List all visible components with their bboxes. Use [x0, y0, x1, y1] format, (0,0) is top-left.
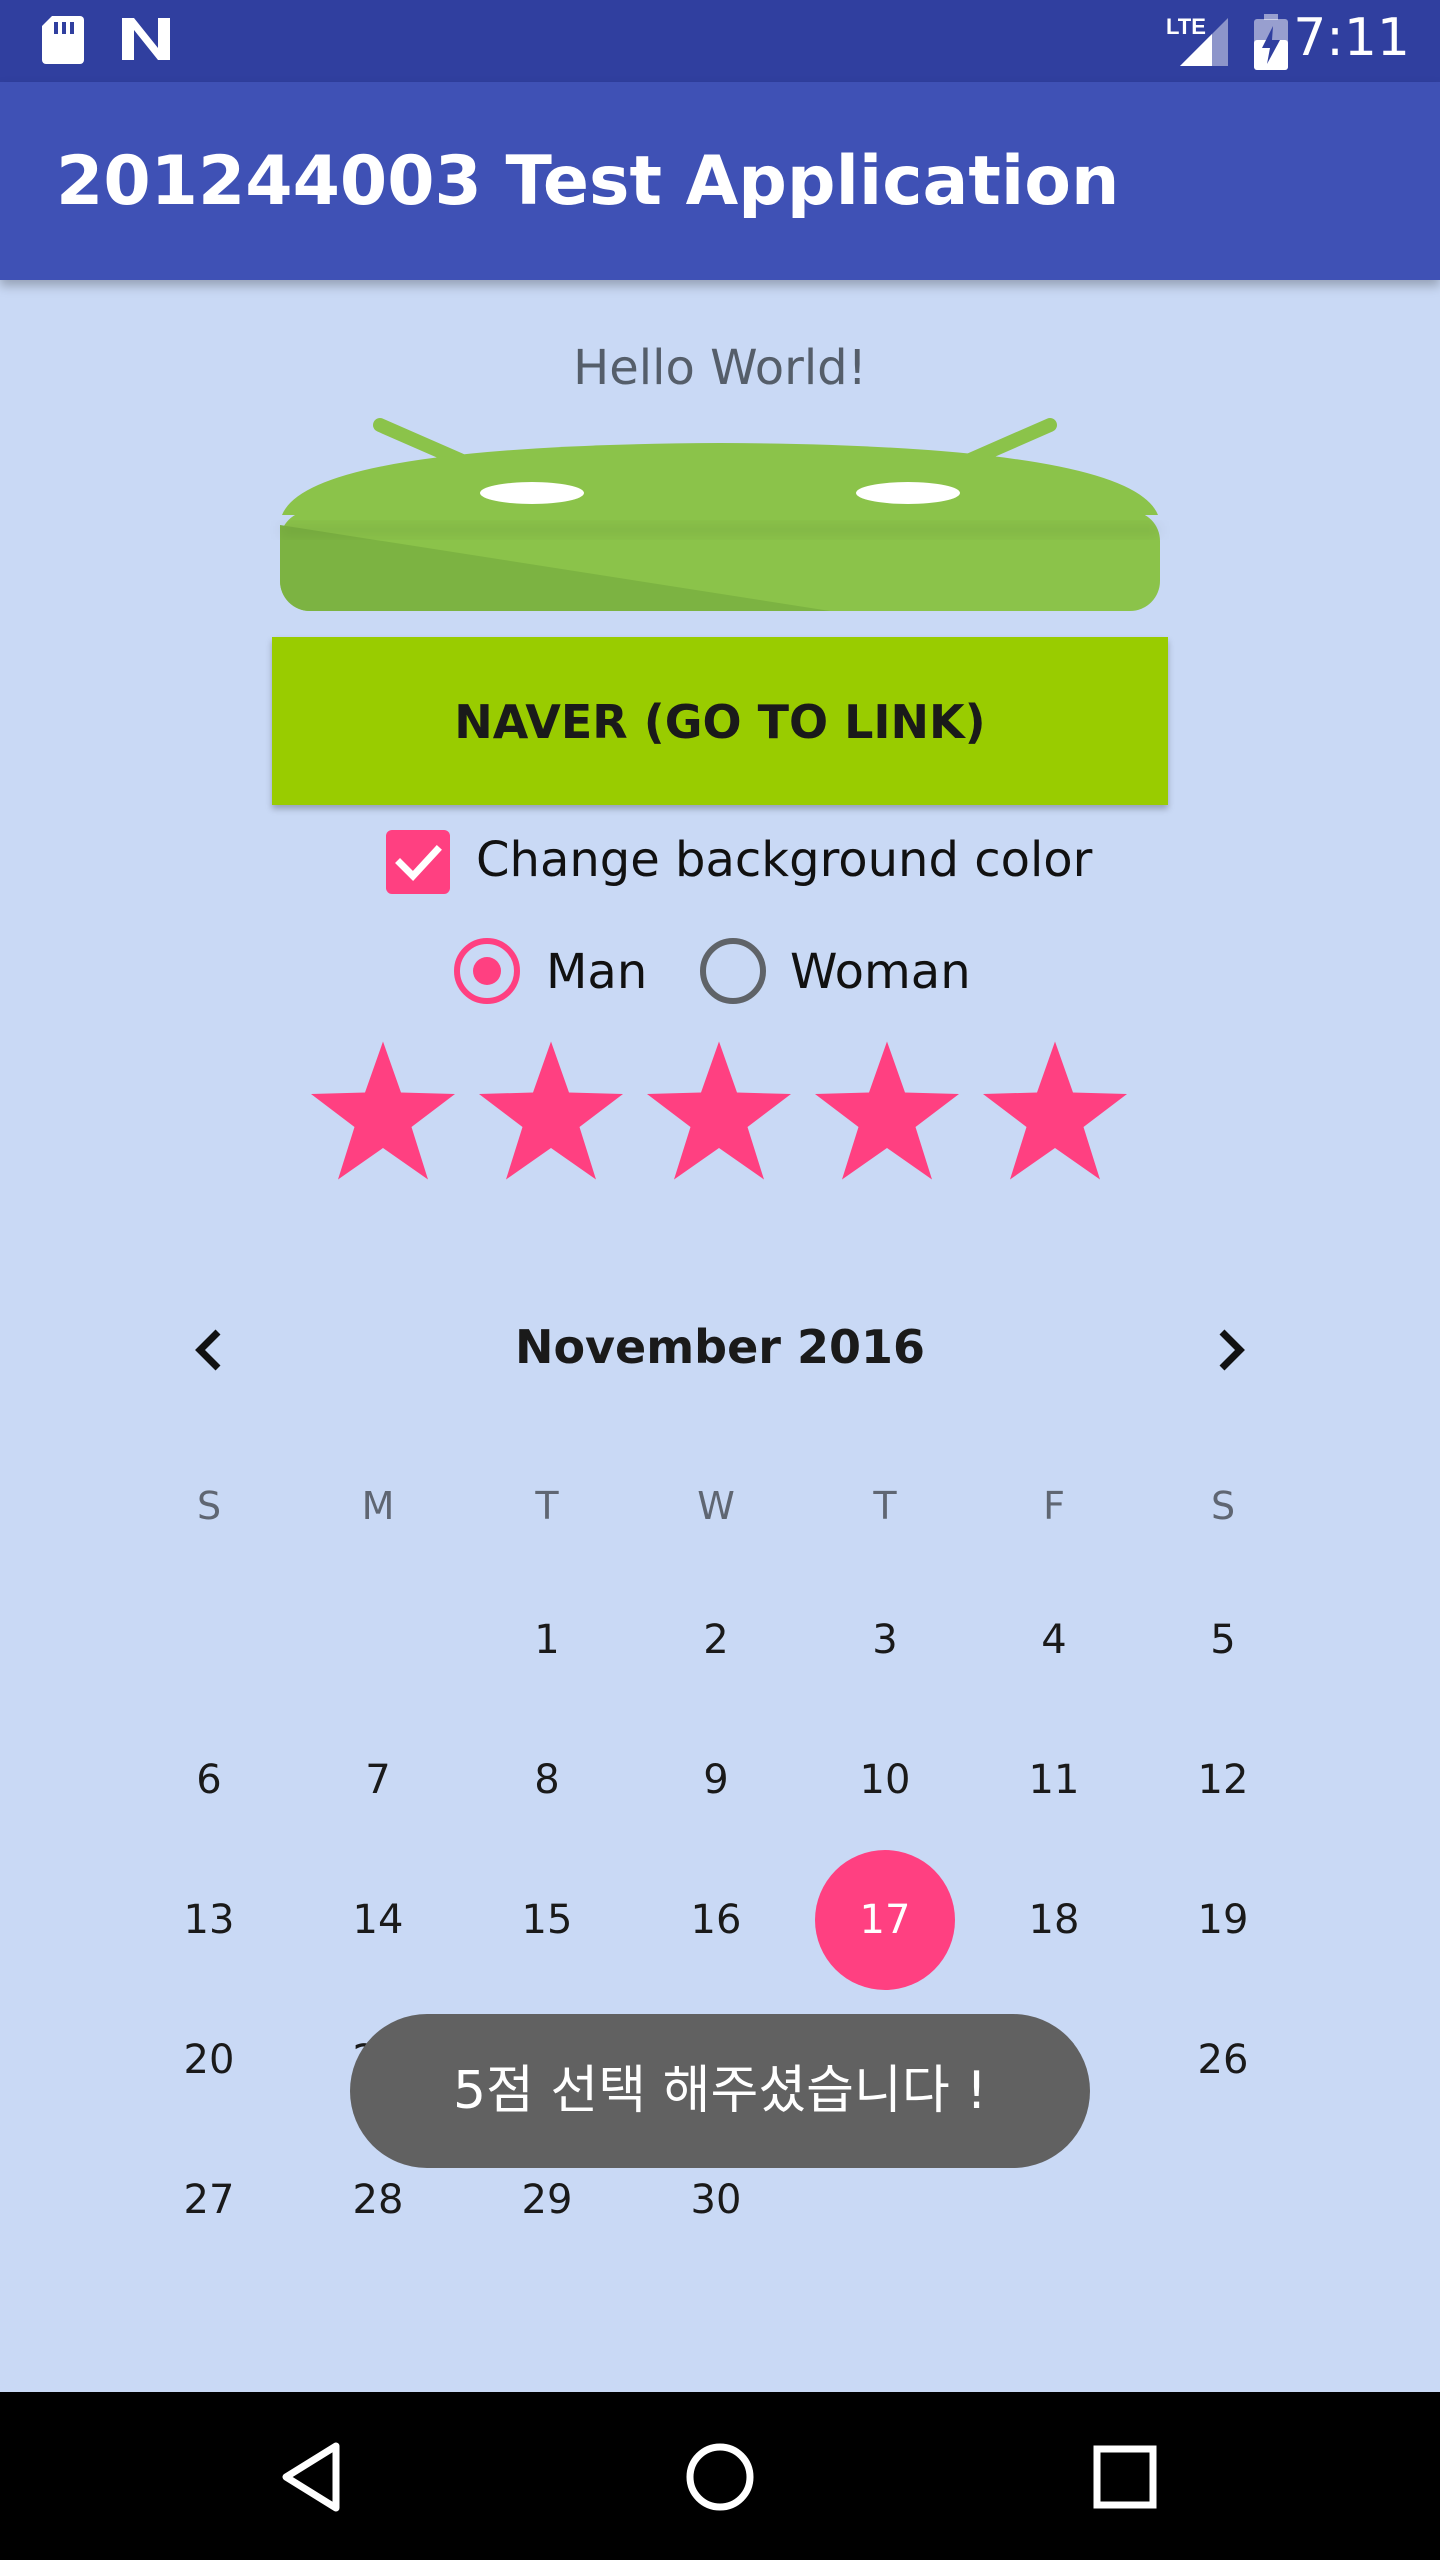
calendar-day[interactable]: 3 — [815, 1570, 955, 1710]
radio-woman[interactable] — [700, 938, 766, 1004]
weekday-label: S — [196, 1484, 222, 1528]
calendar-day[interactable]: 14 — [308, 1850, 448, 1990]
radio-man-label[interactable]: Man — [546, 944, 647, 1000]
toast-message: 5점 선택 해주셨습니다 ! — [350, 2014, 1090, 2168]
calendar-day[interactable]: 12 — [1153, 1710, 1293, 1850]
calendar-day[interactable]: 19 — [1153, 1850, 1293, 1990]
checkbox-label: Change background color — [476, 832, 1093, 888]
star-icon[interactable] — [308, 1038, 458, 1183]
calendar-day[interactable]: 9 — [646, 1710, 786, 1850]
app-bar: 201244003 Test Application — [0, 82, 1440, 280]
calendar-day[interactable]: 18 — [984, 1850, 1124, 1990]
back-icon[interactable] — [270, 2432, 360, 2522]
star-icon[interactable] — [644, 1038, 794, 1183]
calendar-day[interactable]: 10 — [815, 1710, 955, 1850]
calendar-day[interactable]: 20 — [139, 1990, 279, 2130]
lte-signal-icon — [1180, 18, 1228, 66]
recents-icon[interactable] — [1080, 2432, 1170, 2522]
calendar-day[interactable]: 5 — [1153, 1570, 1293, 1710]
calendar-day[interactable]: 1 — [477, 1570, 617, 1710]
radio-man[interactable] — [454, 938, 520, 1004]
calendar-day[interactable]: 8 — [477, 1710, 617, 1850]
weekday-label: T — [535, 1484, 559, 1528]
star-icon[interactable] — [812, 1038, 962, 1183]
calendar-day-selected[interactable]: 17 — [815, 1850, 955, 1990]
calendar-day[interactable]: 2 — [646, 1570, 786, 1710]
checkbox-checked-icon[interactable] — [386, 830, 450, 894]
weekday-label: W — [697, 1484, 735, 1528]
weekday-label: T — [873, 1484, 897, 1528]
calendar-day[interactable]: 4 — [984, 1570, 1124, 1710]
calendar-day[interactable]: 7 — [308, 1710, 448, 1850]
weekday-label: F — [1043, 1484, 1065, 1528]
weekday-label: S — [1210, 1484, 1236, 1528]
star-icon[interactable] — [980, 1038, 1130, 1183]
calendar-day[interactable]: 15 — [477, 1850, 617, 1990]
calendar-day[interactable]: 11 — [984, 1710, 1124, 1850]
next-month-icon[interactable] — [1200, 1320, 1260, 1380]
home-icon[interactable] — [675, 2432, 765, 2522]
sd-card-icon — [42, 16, 84, 64]
calendar-day[interactable]: 16 — [646, 1850, 786, 1990]
calendar-day[interactable]: 6 — [139, 1710, 279, 1850]
android-logo-image — [280, 418, 1160, 611]
battery-charging-icon — [1254, 14, 1288, 70]
weekday-label: M — [361, 1484, 395, 1528]
app-title: 201244003 Test Application — [56, 142, 1120, 221]
hello-text: Hello World! — [573, 340, 867, 396]
checkmark-icon — [395, 845, 442, 882]
radio-woman-label[interactable]: Woman — [790, 944, 971, 1000]
n-notification-icon — [122, 18, 170, 60]
calendar-day[interactable]: 27 — [139, 2130, 279, 2270]
status-bar: LTE 7:11 — [0, 0, 1440, 82]
navigation-bar — [0, 2392, 1440, 2560]
calendar-day[interactable]: 13 — [139, 1850, 279, 1990]
clock: 7:11 — [1293, 8, 1410, 68]
calendar-day[interactable]: 26 — [1153, 1990, 1293, 2130]
naver-link-button[interactable]: NAVER (GO TO LINK) — [272, 637, 1168, 805]
star-icon[interactable] — [476, 1038, 626, 1183]
